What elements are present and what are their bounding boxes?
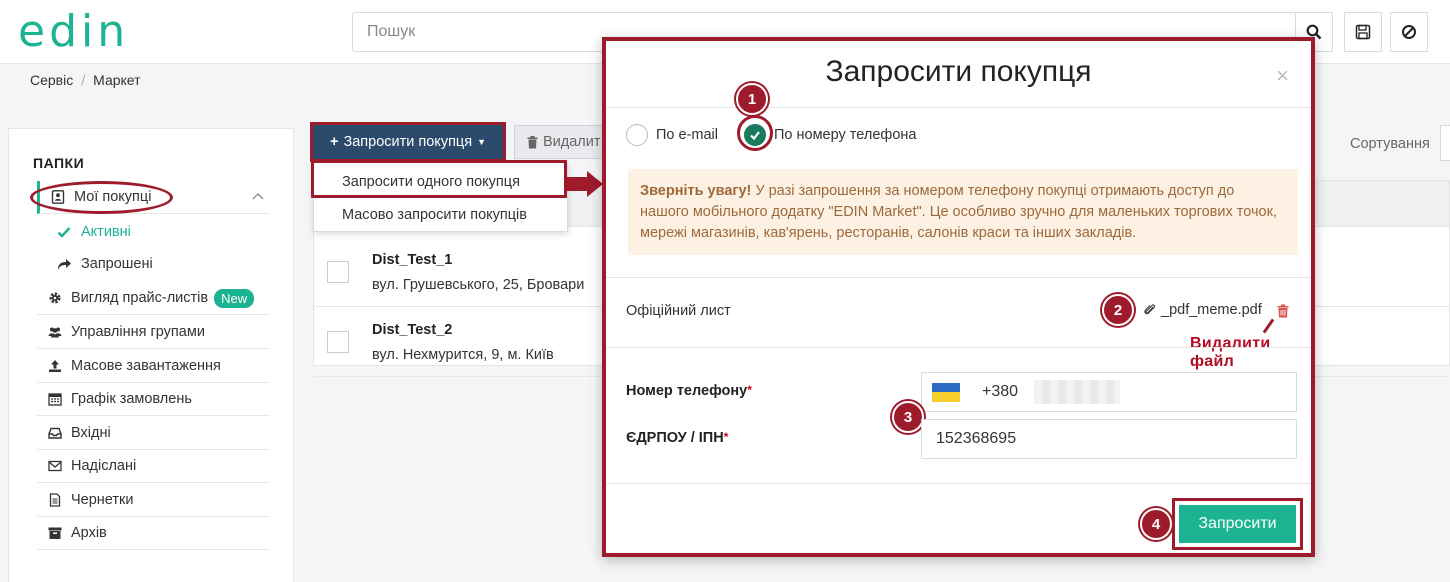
- breadcrumb: Сервіс / Маркет: [30, 72, 141, 88]
- sidebar-item-sent[interactable]: Надіслані: [37, 450, 270, 483]
- annotation-step-3: 3: [892, 401, 924, 433]
- edin-logo[interactable]: edin: [18, 8, 129, 56]
- folders-title: ПАПКИ: [33, 155, 85, 171]
- edrpou-field[interactable]: 152368695: [921, 419, 1297, 459]
- row-checkbox[interactable]: [327, 261, 349, 283]
- sort-select[interactable]: [1440, 125, 1450, 161]
- alert-bold-text: Зверніть увагу!: [640, 183, 752, 199]
- floppy-disk-icon: [1355, 24, 1371, 40]
- notice-alert: Зверніть увагу! У разі запрошення за ном…: [628, 169, 1298, 255]
- buyer-address: вул. Нехмурится, 9, м. Київ: [372, 347, 554, 363]
- buyer-name[interactable]: Dist_Test_1: [372, 252, 452, 268]
- phone-label-text: Номер телефону: [626, 383, 748, 399]
- invite-buyer-modal: Запросити покупця × По e-mail По номеру …: [602, 37, 1315, 557]
- share-icon: [57, 257, 73, 271]
- phone-field[interactable]: +380: [921, 372, 1297, 412]
- annotation-step-4: 4: [1140, 508, 1172, 540]
- sort-label: Сортування: [1350, 136, 1430, 152]
- sidebar-item-label: Чернетки: [71, 492, 134, 508]
- delete-button-label: Видалит: [543, 134, 601, 150]
- buyer-name[interactable]: Dist_Test_2: [372, 322, 452, 338]
- modal-divider: [606, 277, 1311, 278]
- sidebar-item-archive[interactable]: Архів: [37, 517, 270, 550]
- save-search-button[interactable]: [1344, 12, 1382, 52]
- sidebar-item-inbox[interactable]: Вхідні: [37, 417, 270, 450]
- annotation-box-invite-button: [310, 122, 506, 162]
- calendar-icon: [47, 391, 63, 407]
- annotation-circle-phone-radio: [737, 115, 773, 151]
- modal-divider: [606, 483, 1311, 484]
- edrpou-value: 152368695: [936, 430, 1017, 447]
- modal-title: Запросити покупця: [825, 55, 1092, 88]
- required-mark: *: [723, 430, 729, 444]
- ban-icon: [1402, 25, 1416, 39]
- sidebar-item-bulk-upload[interactable]: Масове завантаження: [37, 350, 270, 383]
- annotation-box-submit: [1172, 498, 1303, 550]
- annotation-pointer-line: [1262, 318, 1275, 334]
- sidebar-item-label: Масове завантаження: [71, 358, 221, 374]
- file-name: _pdf_meme.pdf: [1161, 302, 1262, 318]
- attached-file[interactable]: _pdf_meme.pdf: [1144, 302, 1262, 318]
- sidebar-item-active[interactable]: Активні: [57, 216, 131, 248]
- sidebar-item-label: Архів: [71, 525, 107, 541]
- sidebar-item-drafts[interactable]: Чернетки: [37, 484, 270, 517]
- menu-item-bulk-invite[interactable]: Масово запросити покупців: [314, 198, 567, 232]
- sidebar-item-group-management[interactable]: Управління групами: [37, 316, 270, 349]
- users-icon: [47, 324, 63, 340]
- annotation-box-invite-one: [311, 160, 567, 198]
- sidebar-item-label: Управління групами: [71, 324, 205, 340]
- gear-icon: [47, 290, 63, 306]
- new-badge: New: [214, 288, 255, 308]
- upload-icon: [47, 358, 63, 374]
- required-mark: *: [747, 383, 752, 397]
- buyer-address: вул. Грушевського, 25, Бровари: [372, 277, 585, 293]
- breadcrumb-market[interactable]: Маркет: [93, 72, 140, 88]
- edrpou-label-text: ЄДРПОУ / ІПН: [626, 430, 724, 446]
- annotation-step-1: 1: [736, 83, 768, 115]
- sidebar-item-label: Графік замовлень: [71, 391, 192, 407]
- annotation-step-2: 2: [1102, 294, 1134, 326]
- radio-by-email[interactable]: По e-mail: [626, 124, 718, 146]
- sidebar-item-invited[interactable]: Запрошені: [57, 248, 153, 280]
- radio-label: По e-mail: [656, 127, 718, 143]
- sidebar-item-label: Запрошені: [81, 256, 153, 272]
- check-icon: [57, 225, 73, 239]
- trash-icon[interactable]: [1277, 304, 1289, 318]
- sidebar-item-label: Вхідні: [71, 425, 111, 441]
- modal-divider: [606, 347, 1311, 348]
- annotation-oval-my-buyers: [30, 181, 173, 214]
- paperclip-icon: [1144, 304, 1156, 315]
- breadcrumb-separator: /: [81, 72, 86, 88]
- trash-icon: [527, 135, 538, 148]
- row-checkbox[interactable]: [327, 331, 349, 353]
- radio-label: По номеру телефона: [774, 127, 917, 143]
- phone-prefix: +380: [982, 383, 1019, 400]
- close-icon[interactable]: ×: [1276, 63, 1289, 89]
- edrpou-label: ЄДРПОУ / ІПН*: [626, 430, 728, 446]
- sidebar-item-order-schedule[interactable]: Графік замовлень: [37, 383, 270, 416]
- delete-button[interactable]: Видалит: [514, 125, 604, 159]
- chevron-up-icon[interactable]: [250, 189, 266, 205]
- envelope-icon: [47, 458, 63, 474]
- official-letter-label: Офіційний лист: [626, 303, 731, 319]
- sidebar-item-label: Вигляд прайс-листів: [71, 290, 209, 306]
- phone-label: Номер телефону*: [626, 383, 752, 399]
- sidebar-item-price-view[interactable]: Вигляд прайс-листів New: [37, 282, 270, 315]
- ukraine-flag-icon[interactable]: [932, 382, 960, 402]
- radio-circle[interactable]: [626, 124, 648, 146]
- breadcrumb-service[interactable]: Сервіс: [30, 72, 73, 88]
- phone-number-blurred: [1034, 380, 1120, 404]
- delete-file-annotation: Видалити файл: [1190, 335, 1271, 370]
- reset-search-button[interactable]: [1390, 12, 1428, 52]
- sidebar-item-label: Надіслані: [71, 458, 137, 474]
- annotation-arrow-icon: [566, 171, 603, 197]
- inbox-icon: [47, 425, 63, 441]
- modal-divider: [606, 107, 1311, 108]
- document-icon: [47, 492, 63, 508]
- archive-icon: [47, 525, 63, 541]
- sidebar-item-label: Активні: [81, 224, 131, 240]
